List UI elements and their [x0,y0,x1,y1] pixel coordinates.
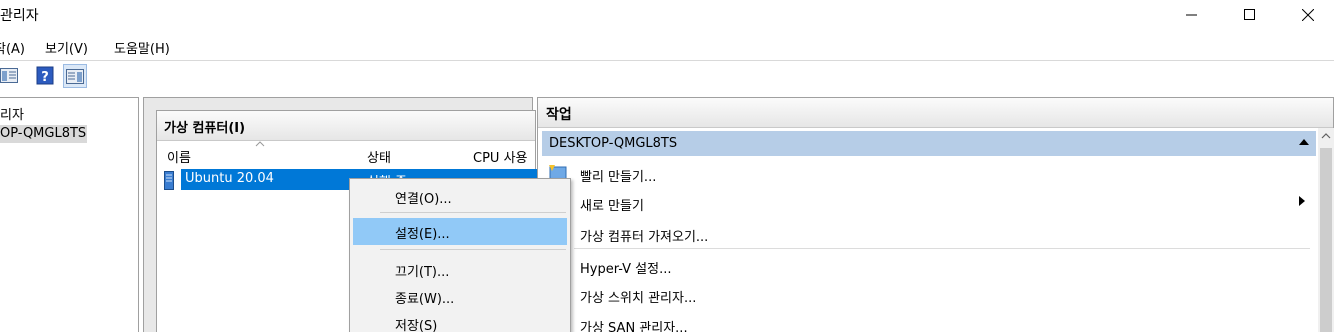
column-header-cpu[interactable]: CPU 사용 [473,147,527,166]
column-header-name[interactable]: 이름 [167,147,191,166]
action-virtual-switch-manager[interactable]: 가상 스위치 관리자... [580,287,696,306]
panel-title: 가상 컴퓨터(I) [164,121,246,136]
action-import-vm[interactable]: 가상 컴퓨터 가져오기... [580,226,708,245]
actions-title: 작업 [546,107,572,123]
vm-name: Ubuntu 20.04 [185,171,274,186]
panel-header: 가상 컴퓨터(I) [157,111,535,141]
menu-view[interactable]: 보기(V) [45,38,88,57]
help-icon: ? [36,66,54,85]
svg-text:?: ? [41,70,49,85]
separator [380,212,566,213]
context-item-shut-down[interactable]: 종료(W)... [353,283,567,310]
actions-pane: 작업 DESKTOP-QMGL8TS 빨리 만들기... 새로 만들기 가상 컴… [537,97,1334,332]
section-title: DESKTOP-QMGL8TS [549,136,678,151]
context-item-save[interactable]: 저장(S) [353,310,567,332]
context-item-turn-off[interactable]: 끄기(T)... [353,256,567,283]
menu-help[interactable]: 도움말(H) [114,38,170,57]
scroll-up-icon [1321,133,1331,139]
separator [574,248,1310,249]
navigation-tree: 리자 OP-QMGL8TS [0,97,139,332]
submenu-arrow-icon [1299,196,1305,206]
context-item-label: 설정(E)... [395,227,450,242]
actions-header: 작업 [538,98,1333,128]
context-item-settings[interactable]: 설정(E)... [353,218,567,245]
tree-item-host[interactable]: OP-QMGL8TS [0,125,88,143]
menu-action[interactable]: 작(A) [0,38,25,57]
help-button[interactable]: ? [36,66,56,86]
show-hide-action-pane-icon [66,69,84,84]
close-icon [1302,9,1314,21]
close-button[interactable] [1285,0,1331,30]
maximize-icon [1244,9,1255,20]
show-hide-tree-button[interactable] [0,66,20,86]
window-title: 관리자 [0,8,39,24]
actions-section-header[interactable]: DESKTOP-QMGL8TS [542,131,1316,156]
column-header-state[interactable]: 상태 [367,147,391,166]
separator [380,249,566,250]
context-item-label: 종료(W)... [395,292,455,307]
show-hide-action-pane-button[interactable] [63,64,87,88]
menu-bar: 작(A) 보기(V) 도움말(H) [0,33,1334,59]
context-item-label: 끄기(T)... [395,265,450,280]
action-quick-create[interactable]: 빨리 만들기... [580,166,656,185]
toolbar: ? [0,60,1334,93]
scrollbar-thumb[interactable] [1320,148,1332,332]
context-item-label: 저장(S) [395,319,438,332]
minimize-button[interactable] [1169,0,1215,30]
show-hide-tree-icon [0,68,18,83]
sort-ascending-icon [255,141,265,147]
context-menu: 연결(O)... 설정(E)... 끄기(T)... 종료(W)... 저장(S… [349,178,571,332]
actions-scrollbar[interactable] [1318,128,1334,332]
context-item-label: 연결(O)... [395,192,452,207]
virtual-machine-icon [164,171,174,190]
action-new[interactable]: 새로 만들기 [580,195,644,214]
title-bar: 관리자 [0,0,1334,30]
maximize-button[interactable] [1227,0,1273,30]
collapse-arrow-icon [1299,139,1309,145]
minimize-icon [1186,14,1197,16]
action-hyperv-settings[interactable]: Hyper-V 설정... [580,258,672,277]
action-virtual-san-manager[interactable]: 가상 SAN 관리자... [580,317,688,332]
context-item-connect[interactable]: 연결(O)... [353,183,567,210]
tree-item-hyperv-manager[interactable]: 리자 [0,104,24,123]
